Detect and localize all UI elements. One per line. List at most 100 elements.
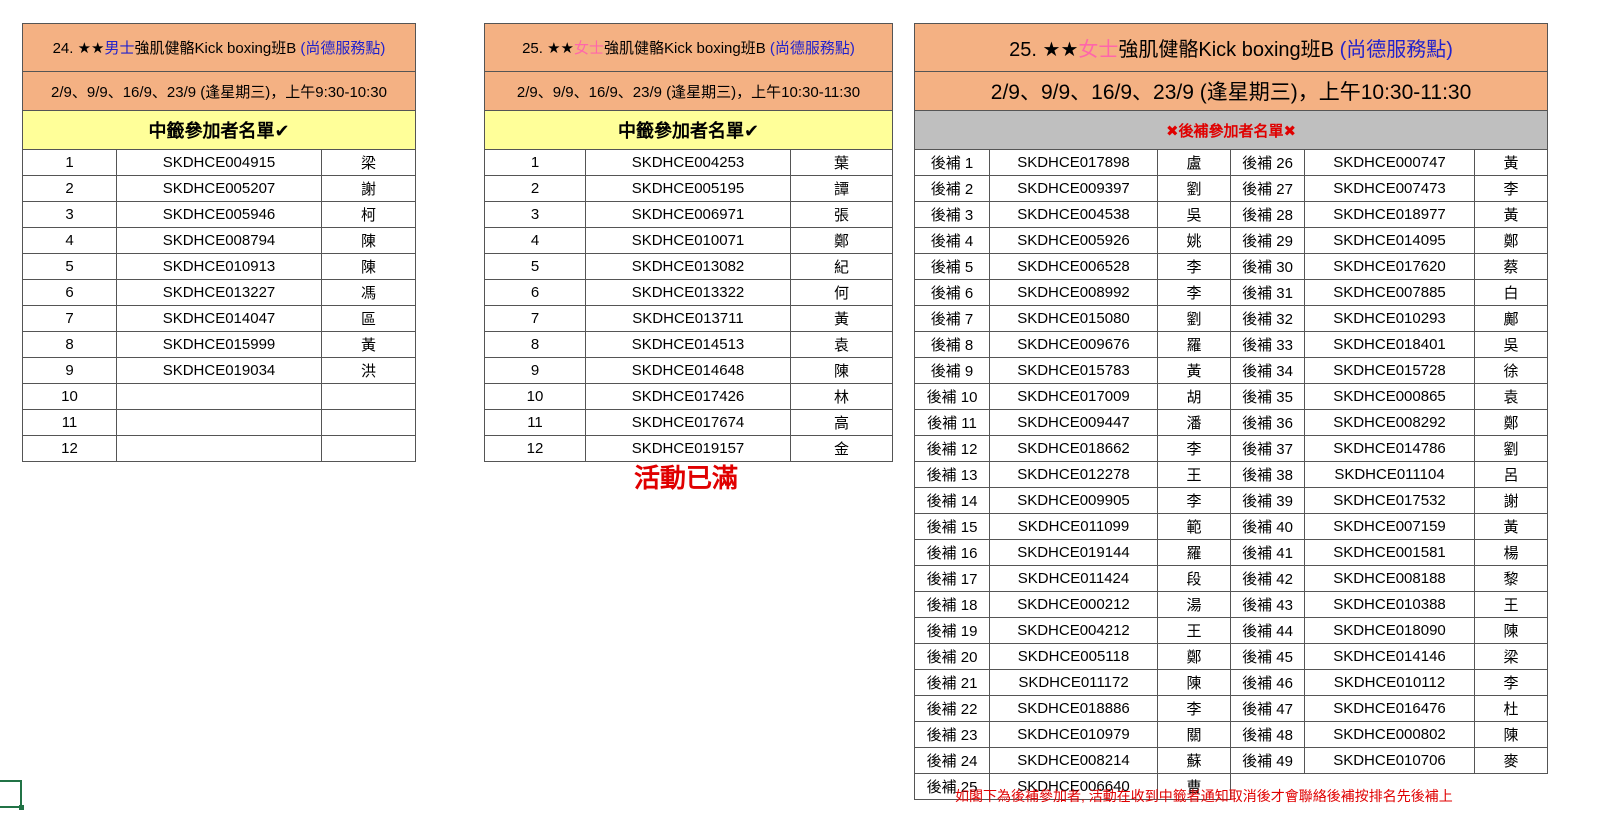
table-cell[interactable]: SKDHCE008292 (1304, 409, 1475, 436)
table-cell[interactable]: SKDHCE014786 (1304, 435, 1475, 462)
table-3-list-title[interactable]: ✖後補參加者名單✖ (913, 110, 1549, 150)
table-cell[interactable]: SKDHCE000802 (1304, 721, 1475, 748)
table-cell[interactable]: SKDHCE005926 (989, 227, 1158, 254)
table-cell[interactable]: SKDHCE018886 (989, 695, 1158, 722)
table-cell[interactable]: 潘 (1157, 409, 1231, 436)
table-cell[interactable]: SKDHCE008794 (116, 227, 322, 254)
table-cell[interactable]: 鄭 (1473, 227, 1549, 254)
table-cell[interactable]: SKDHCE005195 (585, 175, 791, 202)
table-cell[interactable]: 黃 (1473, 513, 1549, 540)
table-cell[interactable]: 劉 (1473, 435, 1549, 462)
table-cell[interactable]: SKDHCE005946 (116, 201, 322, 228)
table-cell[interactable]: 段 (1157, 565, 1231, 592)
table-cell[interactable]: 1 (484, 149, 586, 176)
table-cell[interactable]: 後補 23 (914, 721, 990, 748)
table-cell[interactable]: 後補 8 (914, 331, 990, 358)
table-cell[interactable]: 後補 1 (914, 149, 990, 176)
table-cell[interactable]: 黃 (1473, 149, 1549, 176)
table-cell[interactable]: 後補 22 (914, 695, 990, 722)
table-cell[interactable]: 後補 48 (1230, 721, 1305, 748)
table-cell[interactable]: 11 (484, 409, 586, 436)
table-cell[interactable]: SKDHCE010293 (1304, 305, 1475, 332)
table-cell[interactable]: 2 (484, 175, 586, 202)
table-2-list-title[interactable]: 中籤參加者名單✔ (483, 110, 894, 150)
table-cell[interactable]: 羅 (1157, 331, 1231, 358)
table-cell[interactable]: 後補 21 (914, 669, 990, 696)
table-cell[interactable]: SKDHCE008188 (1304, 565, 1475, 592)
table-cell[interactable]: 李 (1473, 175, 1549, 202)
table-3-title[interactable]: 25. ★★女士強肌健骼Kick boxing班B (尚德服務點) (913, 23, 1549, 72)
table-cell[interactable]: 12 (22, 435, 117, 462)
table-cell[interactable]: SKDHCE010979 (989, 721, 1158, 748)
table-cell[interactable]: 謝 (320, 175, 417, 202)
table-cell[interactable]: 9 (484, 357, 586, 384)
table-1-title[interactable]: 24. ★★男士強肌健骼Kick boxing班B (尚德服務點) (21, 23, 417, 72)
table-cell[interactable]: 柯 (320, 201, 417, 228)
table-cell[interactable]: SKDHCE008992 (989, 279, 1158, 306)
table-cell[interactable]: 後補 33 (1230, 331, 1305, 358)
table-cell[interactable]: 7 (484, 305, 586, 332)
table-cell[interactable]: 範 (1157, 513, 1231, 540)
table-cell[interactable] (1475, 774, 1548, 800)
table-cell[interactable]: 1 (22, 149, 117, 176)
table-cell[interactable] (320, 435, 417, 462)
table-cell[interactable]: SKDHCE017009 (989, 383, 1158, 410)
table-cell[interactable]: 2 (22, 175, 117, 202)
table-cell[interactable]: SKDHCE017620 (1304, 253, 1475, 280)
table-cell[interactable]: SKDHCE018662 (989, 435, 1158, 462)
table-cell[interactable]: 杜 (1473, 695, 1549, 722)
table-cell[interactable]: 後補 24 (914, 747, 990, 774)
table-cell[interactable]: 陳 (1473, 617, 1549, 644)
table-cell[interactable]: 後補 32 (1230, 305, 1305, 332)
table-cell[interactable]: 後補 16 (914, 539, 990, 566)
table-cell[interactable]: SKDHCE018090 (1304, 617, 1475, 644)
table-cell[interactable]: 何 (789, 279, 894, 306)
table-cell[interactable]: SKDHCE013322 (585, 279, 791, 306)
table-cell[interactable]: 後補 41 (1230, 539, 1305, 566)
table-cell[interactable]: SKDHCE014648 (585, 357, 791, 384)
table-cell[interactable]: 後補 15 (914, 513, 990, 540)
table-cell[interactable]: 馮 (320, 279, 417, 306)
table-cell[interactable]: 後補 30 (1230, 253, 1305, 280)
table-cell[interactable]: 黃 (320, 331, 417, 358)
table-cell[interactable]: SKDHCE017532 (1304, 487, 1475, 514)
table-cell[interactable]: 王 (1157, 617, 1231, 644)
table-cell[interactable]: SKDHCE010388 (1304, 591, 1475, 618)
table-cell[interactable]: SKDHCE004538 (989, 201, 1158, 228)
table-cell[interactable]: 黃 (1473, 201, 1549, 228)
table-cell[interactable]: 洪 (320, 357, 417, 384)
table-cell[interactable]: 後補 26 (1230, 149, 1305, 176)
table-cell[interactable]: SKDHCE017426 (585, 383, 791, 410)
table-cell[interactable]: SKDHCE015783 (989, 357, 1158, 384)
table-cell[interactable]: 黃 (1157, 357, 1231, 384)
table-cell[interactable] (116, 435, 322, 462)
table-1-schedule[interactable]: 2/9、9/9、16/9、23/9 (逢星期三)，上午9:30-10:30 (21, 71, 417, 111)
table-cell[interactable]: 呂 (1473, 461, 1549, 488)
table-cell[interactable]: 陳 (1157, 669, 1231, 696)
table-cell[interactable]: SKDHCE010071 (585, 227, 791, 254)
table-cell[interactable]: 徐 (1473, 357, 1549, 384)
table-cell[interactable]: 後補 46 (1230, 669, 1305, 696)
table-cell[interactable]: 陳 (1473, 721, 1549, 748)
table-cell[interactable]: 後補 35 (1230, 383, 1305, 410)
table-cell[interactable]: 胡 (1157, 383, 1231, 410)
table-cell[interactable]: SKDHCE019144 (989, 539, 1158, 566)
table-cell[interactable]: 後補 6 (914, 279, 990, 306)
table-cell[interactable]: SKDHCE000865 (1304, 383, 1475, 410)
table-cell[interactable]: 李 (1157, 279, 1231, 306)
table-cell[interactable]: 後補 13 (914, 461, 990, 488)
table-cell[interactable]: 劉 (1157, 175, 1231, 202)
table-cell[interactable]: 後補 9 (914, 357, 990, 384)
table-cell[interactable]: SKDHCE014146 (1304, 643, 1475, 670)
table-cell[interactable]: SKDHCE000747 (1304, 149, 1475, 176)
table-cell[interactable]: SKDHCE009447 (989, 409, 1158, 436)
table-cell[interactable]: SKDHCE014095 (1304, 227, 1475, 254)
table-cell[interactable]: 高 (789, 409, 894, 436)
table-cell[interactable]: SKDHCE005118 (989, 643, 1158, 670)
table-cell[interactable]: 湯 (1157, 591, 1231, 618)
table-cell[interactable]: 劉 (1157, 305, 1231, 332)
table-cell[interactable]: SKDHCE010706 (1304, 747, 1475, 774)
table-cell[interactable]: SKDHCE013082 (585, 253, 791, 280)
table-cell[interactable]: 陳 (789, 357, 894, 384)
table-cell[interactable]: SKDHCE013227 (116, 279, 322, 306)
